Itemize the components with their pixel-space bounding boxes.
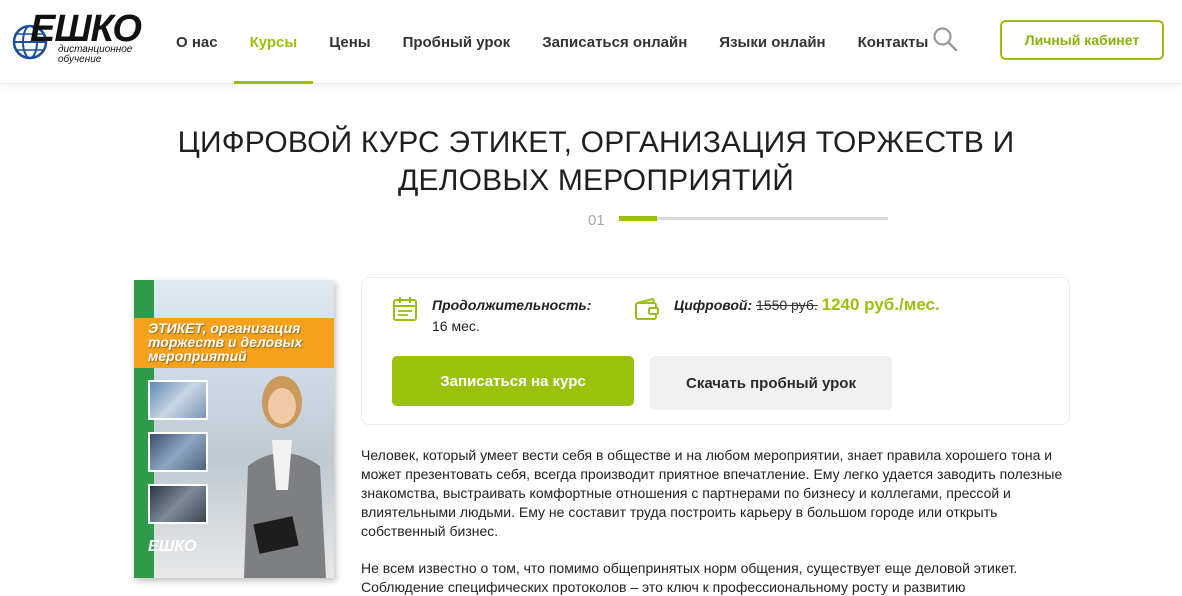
description-paragraph: Человек, который умеет вести себя в обще… — [361, 447, 1063, 539]
search-button[interactable] — [932, 26, 958, 52]
cover-title: ЭТИКЕТ, организация торжеств и деловых м… — [148, 320, 303, 364]
download-trial-button[interactable]: Скачать пробный урок — [650, 356, 892, 410]
price-line: Цифровой: 1550 руб. 1240 руб./мес. — [674, 295, 940, 315]
logo[interactable]: ЕШКО дистанционное обучение — [12, 10, 146, 70]
nav-item-courses[interactable]: Курсы — [233, 0, 314, 84]
personal-account-button[interactable]: Личный кабинет — [1000, 20, 1164, 60]
nav-item-languages[interactable]: Языки онлайн — [703, 0, 841, 84]
description-paragraph: Не всем известно о том, что помимо общеп… — [361, 560, 1018, 595]
nav-item-about[interactable]: О нас — [160, 0, 234, 84]
step-number: 01 — [588, 212, 605, 229]
logo-subtitle-2: обучение — [58, 54, 102, 65]
nav-item-trial-lesson[interactable]: Пробный урок — [387, 0, 527, 84]
cover-logo: ЕШКО — [148, 538, 197, 555]
site-header: ЕШКО дистанционное обучение О нас Курсы … — [0, 0, 1182, 84]
course-info-card: Продолжительность: 16 мес. Цифровой: 155… — [361, 277, 1070, 425]
nav-item-prices[interactable]: Цены — [313, 0, 386, 84]
old-price: 1550 руб. — [756, 297, 818, 313]
current-price: 1240 руб./мес. — [821, 295, 940, 314]
page-title: ЦИФРОВОЙ КУРС ЭТИКЕТ, ОРГАНИЗАЦИЯ ТОРЖЕС… — [177, 126, 1015, 197]
calendar-icon — [393, 297, 417, 321]
course-cover-image: ЭТИКЕТ, организация торжеств и деловых м… — [134, 280, 334, 578]
search-icon — [933, 27, 958, 52]
duration-label: Продолжительность: — [432, 297, 592, 313]
cover-thumbnail — [148, 432, 208, 472]
price-label: Цифровой: — [674, 297, 753, 313]
nav-item-contacts[interactable]: Контакты — [842, 0, 945, 84]
wallet-icon — [635, 298, 659, 320]
enroll-button[interactable]: Записаться на курс — [392, 356, 634, 406]
step-progress-fill — [619, 216, 657, 221]
course-description: Человек, который умеет вести себя в обще… — [361, 446, 1073, 596]
step-progress — [619, 216, 888, 221]
duration-value: 16 мес. — [432, 318, 480, 334]
woman-figure — [244, 376, 326, 578]
main-nav: О нас Курсы Цены Пробный урок Записаться… — [160, 0, 944, 84]
nav-item-enroll-online[interactable]: Записаться онлайн — [526, 0, 703, 84]
cover-thumbnail — [148, 484, 208, 524]
logo-wordmark: ЕШКО — [30, 8, 142, 50]
cover-thumbnail — [148, 380, 208, 420]
